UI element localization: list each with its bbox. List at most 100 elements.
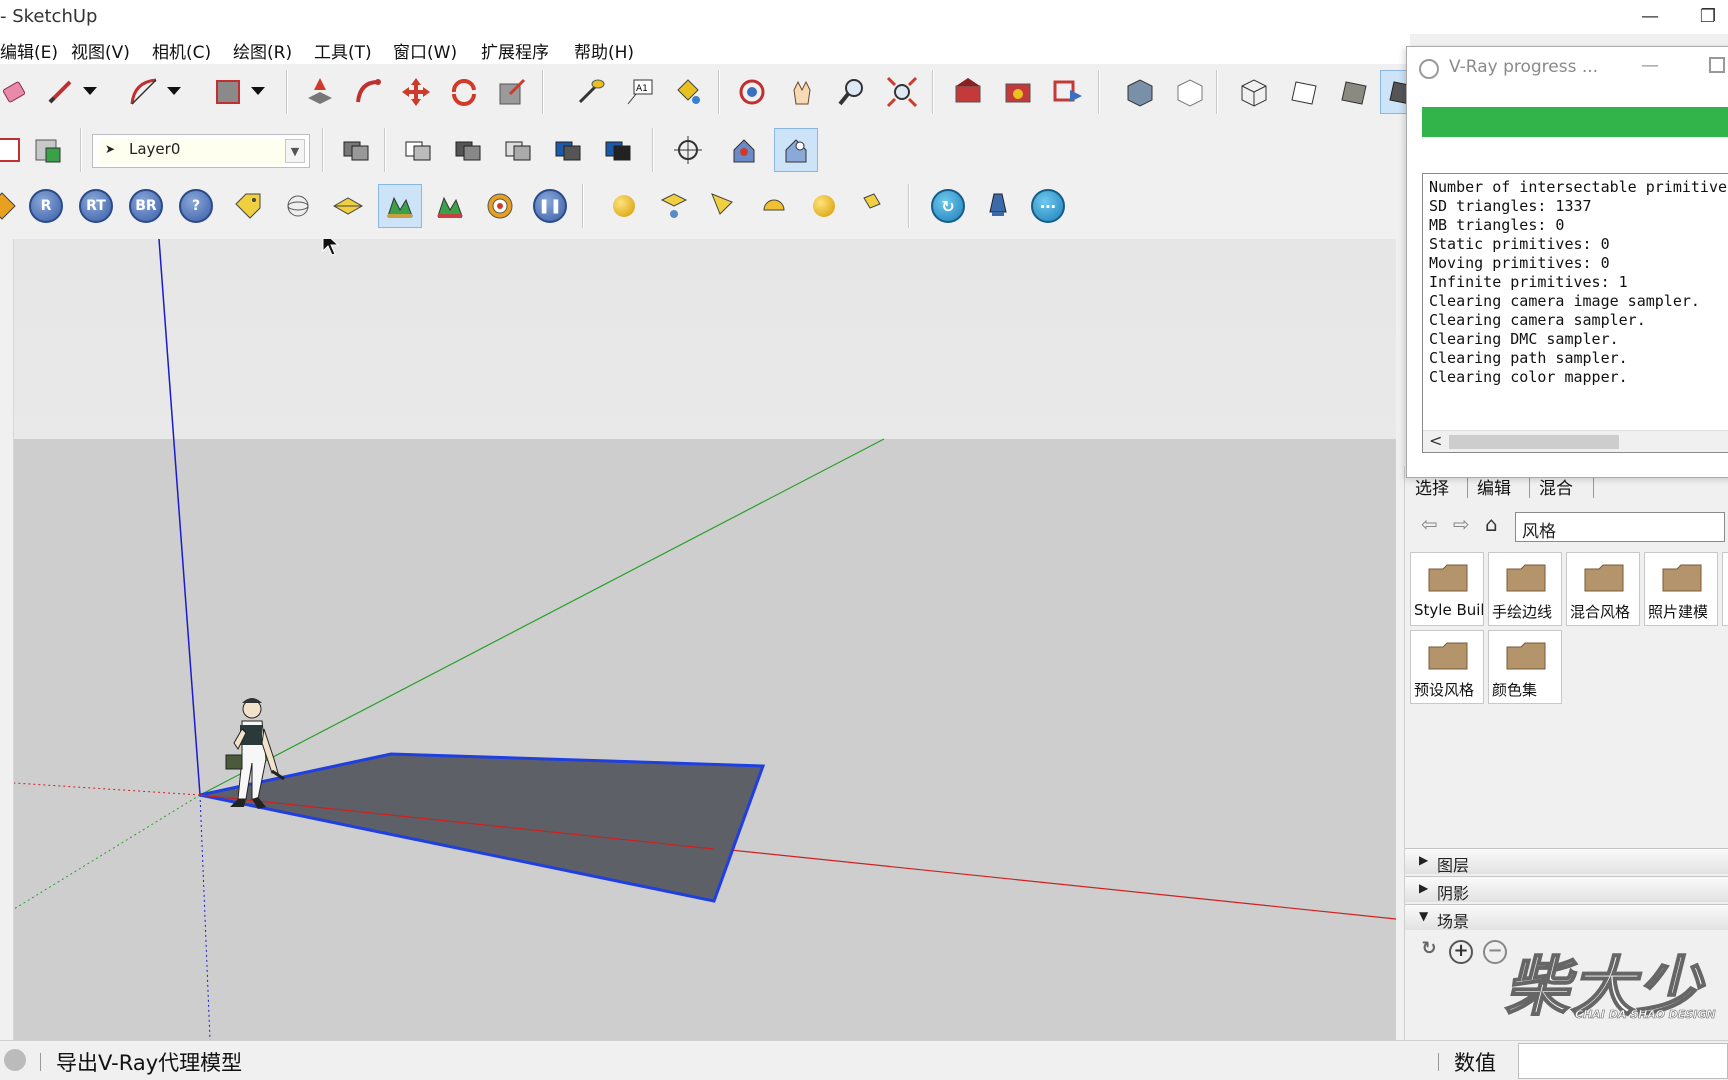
scale-icon[interactable] [490, 70, 534, 114]
pencil-icon[interactable] [38, 70, 82, 114]
extension-warehouse-icon[interactable] [1046, 70, 1090, 114]
subtract-icon[interactable] [546, 128, 590, 172]
user-account-icon[interactable] [4, 1049, 26, 1071]
move-icon[interactable] [394, 70, 438, 114]
layer-select[interactable]: ➤ Layer0 ▼ [92, 134, 310, 168]
menu-extensions[interactable]: 扩展程序 [481, 38, 549, 63]
style-folder-tile[interactable]: 预设风格 [1410, 630, 1484, 704]
warehouse-icon[interactable] [946, 70, 990, 114]
menu-bar: 编辑(E) 视图(V) 相机(C) 绘图(R) 工具(T) 窗口(W) 扩展程序… [0, 34, 1410, 64]
rectangle-icon[interactable] [206, 70, 250, 114]
model-info-icon[interactable] [26, 128, 70, 172]
vray-sphere-wire-icon[interactable] [276, 184, 320, 228]
update-scene-icon[interactable]: ↻ [1417, 940, 1441, 964]
value-control-input[interactable] [1518, 1043, 1728, 1079]
menu-help[interactable]: 帮助(H) [574, 38, 634, 63]
forward-arrow-icon[interactable]: ⇨ [1453, 512, 1470, 536]
dialog-maximize-button[interactable] [1709, 57, 1725, 73]
3d-viewport[interactable] [14, 239, 1396, 1040]
layer-select-value: Layer0 [129, 140, 181, 158]
remove-scene-icon[interactable]: − [1483, 940, 1507, 964]
style-folder-tile-partial[interactable] [1722, 552, 1728, 626]
menu-tools[interactable]: 工具(T) [314, 38, 372, 63]
vray-refresh-button[interactable]: ↻ [926, 184, 970, 228]
scrollbar-thumb[interactable] [1449, 435, 1619, 449]
vray-spot-light-icon[interactable] [702, 184, 746, 228]
style-collection-field[interactable]: 风格 [1515, 512, 1725, 542]
style-folder-tile[interactable]: 手绘边线 [1488, 552, 1562, 626]
union-icon[interactable] [496, 128, 540, 172]
shaded-style-icon[interactable] [1332, 70, 1376, 114]
vray-sphere-light-icon[interactable] [802, 184, 846, 228]
back-arrow-icon[interactable]: ⇦ [1421, 512, 1438, 536]
arc-dropdown-icon[interactable] [162, 70, 186, 114]
back-edges-style-icon[interactable] [1168, 70, 1212, 114]
vray-batch-render-button[interactable]: BR [124, 184, 168, 228]
menu-edit[interactable]: 编辑(E) [0, 38, 58, 63]
minimize-button[interactable]: — [1632, 4, 1668, 30]
style-folder-tile[interactable]: Style Buil [1410, 552, 1484, 626]
menu-view[interactable]: 视图(V) [71, 38, 130, 63]
rotate-icon[interactable] [442, 70, 486, 114]
add-scene-icon[interactable]: + [1449, 940, 1473, 964]
eraser-icon[interactable] [0, 70, 36, 114]
menu-draw[interactable]: 绘图(R) [233, 38, 292, 63]
vray-help-button[interactable]: ? [174, 184, 218, 228]
home-icon[interactable]: ⌂ [1485, 512, 1498, 536]
wireframe-style-icon[interactable] [1232, 70, 1276, 114]
position-camera-icon[interactable] [666, 128, 710, 172]
vray-rt-render-button[interactable]: RT [74, 184, 118, 228]
style-folder-tile[interactable]: 照片建模 [1644, 552, 1718, 626]
panel-shadows-header[interactable]: ▶ 阴影 [1405, 876, 1728, 903]
tape-measure-icon[interactable] [568, 70, 612, 114]
menu-camera[interactable]: 相机(C) [152, 38, 211, 63]
vray-render-button[interactable]: R [24, 184, 68, 228]
vray-dome-light-icon[interactable] [752, 184, 796, 228]
vray-pause-button[interactable]: ❚❚ [528, 184, 572, 228]
follow-me-icon[interactable] [346, 70, 390, 114]
vray-target-icon[interactable] [478, 184, 522, 228]
vray-proxy-export-icon[interactable] [378, 184, 422, 228]
render-log[interactable]: Number of intersectable primitives SD tr… [1422, 173, 1728, 453]
zoom-extents-icon[interactable] [880, 70, 924, 114]
trim-icon[interactable] [596, 128, 640, 172]
layer-manager-icon[interactable] [334, 128, 378, 172]
toolbar-separator [384, 128, 386, 172]
vray-rect-light-icon[interactable] [652, 184, 696, 228]
outer-shell-icon[interactable] [396, 128, 440, 172]
scroll-left-icon[interactable]: < [1429, 431, 1442, 450]
panel-layers-header[interactable]: ▶ 图层 [1405, 848, 1728, 875]
log-horizontal-scrollbar[interactable]: < [1423, 430, 1728, 452]
vray-lamp-icon[interactable] [976, 184, 1020, 228]
push-pull-icon[interactable] [298, 70, 342, 114]
style-folder-tile[interactable]: 混合风格 [1566, 552, 1640, 626]
xray-style-icon[interactable] [1118, 70, 1162, 114]
dialog-minimize-button[interactable]: — [1641, 55, 1659, 76]
orbit-icon[interactable] [730, 70, 774, 114]
menu-window[interactable]: 窗口(W) [393, 38, 457, 63]
look-around-icon[interactable] [774, 128, 818, 172]
rectangle-dropdown-icon[interactable] [246, 70, 270, 114]
paint-bucket-icon[interactable] [666, 70, 710, 114]
zoom-icon[interactable] [830, 70, 874, 114]
restore-button[interactable]: ❐ [1690, 4, 1726, 30]
vray-ies-light-icon[interactable] [852, 184, 896, 228]
vray-tag-icon[interactable] [226, 184, 270, 228]
hidden-line-style-icon[interactable] [1282, 70, 1326, 114]
panel-layers-label: 图层 [1437, 856, 1470, 875]
text-icon[interactable]: A1 [618, 70, 662, 114]
vray-omni-light-icon[interactable] [602, 184, 646, 228]
chevron-down-icon[interactable]: ▼ [285, 139, 305, 163]
pan-icon[interactable] [780, 70, 824, 114]
vray-material-icon[interactable] [0, 184, 24, 228]
pencil-dropdown-icon[interactable] [78, 70, 102, 114]
arc-icon[interactable] [122, 70, 166, 114]
share-model-icon[interactable] [996, 70, 1040, 114]
intersect-icon[interactable] [446, 128, 490, 172]
vray-more-button[interactable]: ⋯ [1026, 184, 1070, 228]
style-folder-tile[interactable]: 颜色集 [1488, 630, 1562, 704]
panel-scenes-header[interactable]: ▼ 场景 [1405, 904, 1728, 931]
vray-plane-icon[interactable] [326, 184, 370, 228]
vray-proxy-import-icon[interactable] [428, 184, 472, 228]
walk-icon[interactable] [722, 128, 766, 172]
